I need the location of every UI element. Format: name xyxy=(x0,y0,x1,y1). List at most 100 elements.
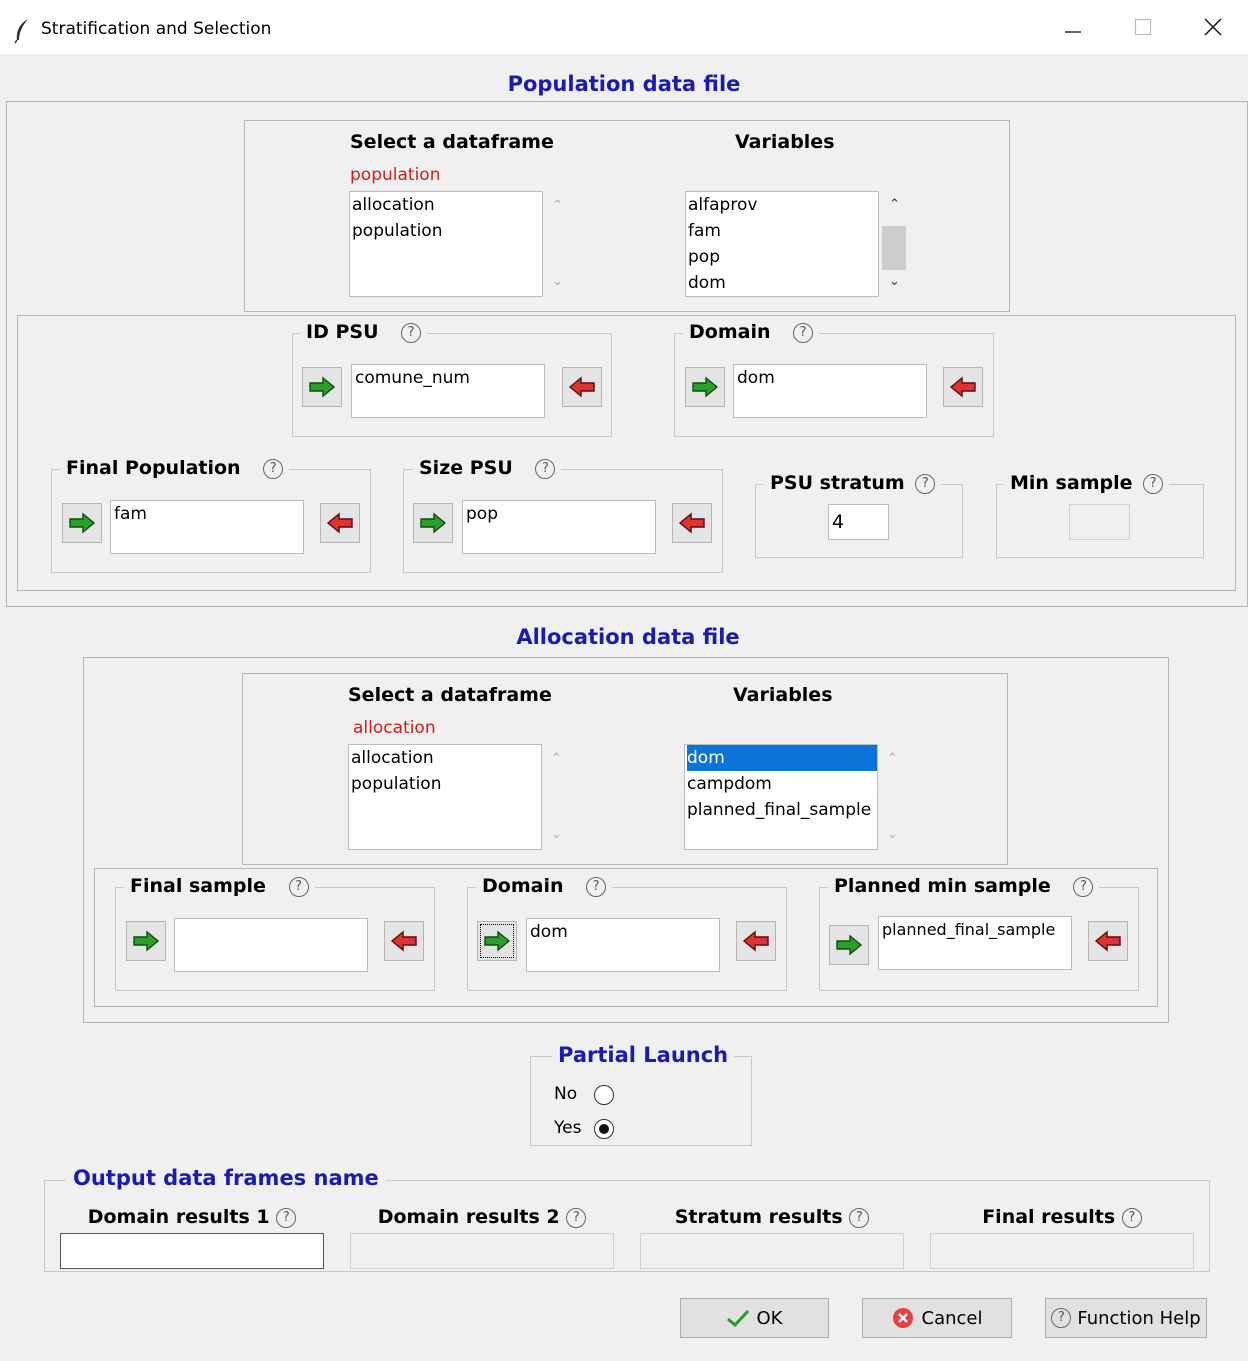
red-left-arrow-icon xyxy=(949,376,976,398)
population-domain-remove-button[interactable] xyxy=(943,367,983,407)
final-sample-title: Final sample ? xyxy=(124,875,315,897)
planned-min-sample-add-button[interactable] xyxy=(829,925,869,965)
population-variables-label: Variables xyxy=(735,131,835,153)
population-domain-add-button[interactable] xyxy=(685,367,725,407)
min-sample-label: Min sample xyxy=(1010,472,1133,494)
radio-selected-dot xyxy=(598,1123,609,1134)
psu-stratum-field[interactable]: 4 xyxy=(828,504,889,540)
radio-yes[interactable] xyxy=(594,1119,614,1139)
list-item[interactable]: dom xyxy=(688,270,878,296)
list-item[interactable]: planned_final_sample xyxy=(687,797,877,823)
allocation-dataframe-list[interactable]: allocation population xyxy=(348,744,542,850)
planned-min-sample-field[interactable]: planned_final_sample xyxy=(878,916,1072,970)
final-population-title: Final Population ? xyxy=(60,457,290,479)
final-sample-remove-button[interactable] xyxy=(384,921,424,961)
final-population-add-button[interactable] xyxy=(62,503,102,543)
id-psu-field[interactable]: comune_num xyxy=(351,364,545,418)
scroll-up-icon[interactable]: ⌃ xyxy=(889,197,900,212)
list-item[interactable]: allocation xyxy=(352,192,542,218)
population-variables-list[interactable]: alfaprov fam pop dom xyxy=(685,191,879,297)
list-item[interactable]: campdom xyxy=(687,771,877,797)
stratum-results-field[interactable] xyxy=(640,1233,904,1269)
allocation-domain-field[interactable]: dom xyxy=(526,918,720,972)
list-item[interactable]: population xyxy=(351,771,541,797)
green-right-arrow-icon xyxy=(484,930,511,952)
list-item[interactable]: population xyxy=(352,218,542,244)
maximize-button[interactable] xyxy=(1108,0,1178,54)
size-psu-title: Size PSU ? xyxy=(413,457,562,479)
final-sample-label: Final sample xyxy=(130,875,266,897)
scroll-up-icon[interactable]: ⌃ xyxy=(551,751,562,766)
feather-icon xyxy=(14,19,28,44)
final-sample-field[interactable] xyxy=(174,918,368,972)
allocation-selected-dataframe: allocation xyxy=(353,718,436,738)
cancel-button[interactable]: Cancel xyxy=(862,1298,1012,1338)
list-item[interactable]: alfaprov xyxy=(688,192,878,218)
population-domain-title: Domain ? xyxy=(683,321,820,343)
output-field-2-label: Domain results 2 xyxy=(377,1206,560,1228)
scroll-down-icon[interactable]: ⌄ xyxy=(887,827,898,842)
help-icon[interactable]: ? xyxy=(849,1207,870,1228)
domain-results-1-field[interactable] xyxy=(60,1233,324,1269)
planned-min-sample-remove-button[interactable] xyxy=(1088,921,1128,961)
help-icon[interactable]: ? xyxy=(535,458,556,479)
min-sample-field[interactable] xyxy=(1069,504,1130,540)
id-psu-title: ID PSU ? xyxy=(300,321,428,343)
function-help-button[interactable]: ? Function Help xyxy=(1045,1298,1207,1338)
list-item[interactable]: fam xyxy=(688,218,878,244)
scroll-down-icon[interactable]: ⌄ xyxy=(889,274,900,289)
domain-results-2-field[interactable] xyxy=(350,1233,614,1269)
help-icon[interactable]: ? xyxy=(915,473,936,494)
allocation-variables-list[interactable]: dom campdom planned_final_sample xyxy=(684,744,878,850)
size-psu-add-button[interactable] xyxy=(413,503,453,543)
title-bar: Stratification and Selection xyxy=(0,0,1248,54)
population-domain-field[interactable]: dom xyxy=(733,364,927,418)
planned-min-sample-title: Planned min sample ? xyxy=(828,875,1100,897)
final-sample-add-button[interactable] xyxy=(126,921,166,961)
checkmark-icon xyxy=(726,1309,749,1327)
output-field-4-title: Final results ? xyxy=(930,1206,1194,1228)
scroll-up-icon[interactable]: ⌃ xyxy=(887,751,898,766)
final-results-field[interactable] xyxy=(930,1233,1194,1269)
psu-stratum-title: PSU stratum ? xyxy=(764,472,942,494)
output-field-3-title: Stratum results ? xyxy=(640,1206,904,1228)
radio-no[interactable] xyxy=(594,1085,614,1105)
list-item[interactable]: allocation xyxy=(351,745,541,771)
id-psu-remove-button[interactable] xyxy=(562,367,602,407)
help-icon[interactable]: ? xyxy=(1121,1207,1142,1228)
size-psu-field[interactable]: pop xyxy=(462,500,656,554)
red-left-arrow-icon xyxy=(1094,930,1121,952)
list-item[interactable]: pop xyxy=(688,244,878,270)
allocation-select-label: Select a dataframe xyxy=(348,684,552,706)
allocation-domain-add-button[interactable] xyxy=(477,921,517,961)
help-icon[interactable]: ? xyxy=(276,1207,297,1228)
minimize-button[interactable] xyxy=(1038,0,1108,54)
help-icon[interactable]: ? xyxy=(1143,473,1164,494)
help-icon[interactable]: ? xyxy=(263,458,284,479)
id-psu-add-button[interactable] xyxy=(302,367,342,407)
partial-launch-heading: Partial Launch xyxy=(552,1043,735,1067)
final-population-remove-button[interactable] xyxy=(320,503,360,543)
list-item-selected[interactable]: dom xyxy=(687,745,877,771)
help-icon[interactable]: ? xyxy=(288,876,309,897)
scroll-down-icon[interactable]: ⌄ xyxy=(552,274,563,289)
green-right-arrow-icon xyxy=(309,376,336,398)
ok-button[interactable]: OK xyxy=(680,1298,829,1338)
allocation-domain-remove-button[interactable] xyxy=(736,921,776,961)
size-psu-remove-button[interactable] xyxy=(672,503,712,543)
close-button[interactable] xyxy=(1178,0,1248,54)
final-population-field[interactable]: fam xyxy=(110,500,304,554)
allocation-domain-label: Domain xyxy=(482,875,564,897)
red-left-arrow-icon xyxy=(326,512,353,534)
scrollbar-thumb[interactable] xyxy=(882,226,906,270)
help-icon[interactable]: ? xyxy=(793,322,814,343)
green-right-arrow-icon xyxy=(420,512,447,534)
population-dataframe-list[interactable]: allocation population xyxy=(349,191,543,297)
scroll-up-icon[interactable]: ⌃ xyxy=(552,198,563,213)
help-icon[interactable]: ? xyxy=(586,876,607,897)
help-icon[interactable]: ? xyxy=(566,1207,587,1228)
help-icon[interactable]: ? xyxy=(1073,876,1094,897)
scroll-down-icon[interactable]: ⌄ xyxy=(551,827,562,842)
help-icon[interactable]: ? xyxy=(401,322,422,343)
red-left-arrow-icon xyxy=(678,512,705,534)
